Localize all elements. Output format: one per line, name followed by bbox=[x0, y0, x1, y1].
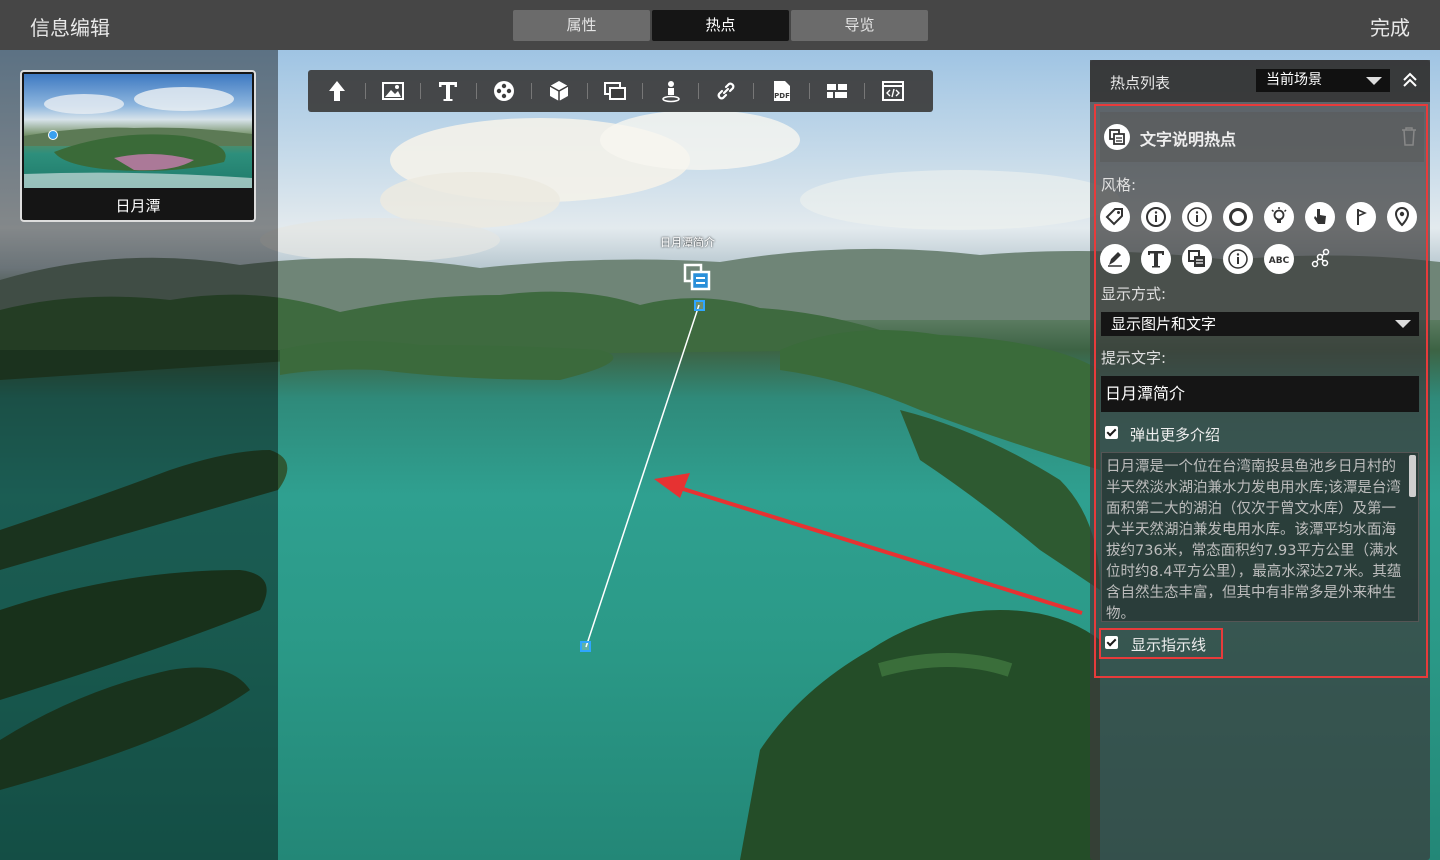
image-icon[interactable] bbox=[378, 75, 421, 107]
tab-hotspots[interactable]: 热点 bbox=[652, 10, 789, 41]
hotspot-label[interactable]: 日月潭简介 bbox=[660, 234, 715, 250]
pdf-icon-text: PDF bbox=[774, 92, 790, 100]
chevron-up-icon[interactable] bbox=[1402, 72, 1418, 88]
scene-position-dot bbox=[48, 130, 58, 140]
chevron-down-icon bbox=[1366, 77, 1382, 85]
scene-thumbnail[interactable]: 日月潭 bbox=[20, 70, 256, 222]
cube-icon[interactable] bbox=[544, 75, 588, 107]
hotspot-list-title: 热点列表 bbox=[1110, 74, 1171, 92]
person-pin-icon[interactable] bbox=[655, 75, 699, 107]
done-button[interactable]: 完成 bbox=[1370, 12, 1410, 41]
tab-tour[interactable]: 导览 bbox=[791, 10, 928, 41]
top-bar: 信息编辑 属性 热点 导览 完成 bbox=[0, 0, 1440, 50]
scene-filter-value: 当前场景 bbox=[1266, 72, 1322, 88]
guide-line-end-handle[interactable] bbox=[580, 641, 591, 652]
grid-icon[interactable] bbox=[822, 75, 865, 107]
film-icon[interactable] bbox=[489, 75, 532, 107]
scene-name: 日月潭 bbox=[115, 197, 161, 215]
page-title: 信息编辑 bbox=[30, 16, 110, 40]
arrow-up-icon[interactable] bbox=[322, 75, 365, 107]
mode-tabs: 属性 热点 导览 bbox=[513, 10, 928, 41]
tab-properties[interactable]: 属性 bbox=[513, 10, 650, 41]
pdf-icon[interactable]: PDF bbox=[766, 75, 810, 107]
hotspot-panel-header: 热点列表 当前场景 bbox=[1090, 60, 1430, 102]
guide-line-start-handle[interactable] bbox=[694, 300, 705, 311]
hotspot-toolbar: PDF bbox=[308, 70, 933, 112]
layers-icon[interactable] bbox=[600, 75, 643, 107]
guide-line-highlight-box bbox=[1099, 628, 1223, 659]
link-icon[interactable] bbox=[711, 75, 754, 107]
scene-filter-select[interactable]: 当前场景 bbox=[1256, 69, 1390, 92]
highlight-box bbox=[1094, 104, 1428, 678]
embed-code-icon[interactable] bbox=[877, 75, 908, 107]
hotspot-text-icon[interactable] bbox=[682, 262, 712, 292]
text-icon[interactable] bbox=[433, 75, 477, 107]
scene-thumbnail-image bbox=[24, 74, 252, 188]
